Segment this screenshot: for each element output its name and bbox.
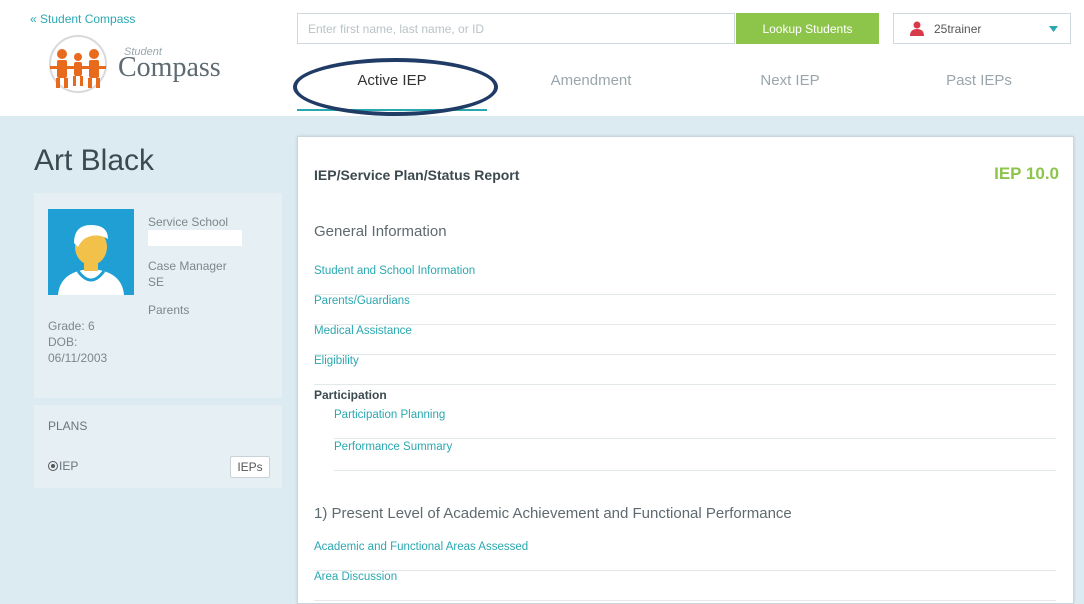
ieps-button[interactable]: IEPs — [230, 456, 270, 478]
plaafp-heading: 1) Present Level of Academic Achievement… — [314, 505, 792, 522]
user-menu-dropdown[interactable]: 25trainer — [893, 13, 1071, 44]
student-avatar-icon — [58, 225, 124, 295]
service-school-label: Service School — [148, 215, 229, 229]
link-academic-functional-areas[interactable]: Academic and Functional Areas Assessed — [314, 541, 1056, 571]
student-profile-card: Service School Case Manager SE Parents G… — [34, 193, 282, 398]
link-performance-summary[interactable]: Performance Summary — [334, 441, 1056, 471]
active-tab-indicator — [297, 109, 487, 111]
tab-next-iep[interactable]: Next IEP — [695, 72, 885, 94]
user-icon — [910, 21, 924, 36]
tab-past-ieps[interactable]: Past IEPs — [884, 72, 1074, 94]
link-area-discussion[interactable]: Area Discussion — [314, 571, 1056, 601]
lookup-students-button[interactable]: Lookup Students — [736, 13, 879, 44]
plans-card: PLANS IEP IEPs — [34, 405, 282, 488]
link-student-school-information[interactable]: Student and School Information — [314, 265, 1056, 295]
student-compass-logo[interactable]: Student Compass — [42, 34, 252, 98]
grade: Grade: 6 — [48, 319, 95, 333]
case-manager-value: SE — [148, 275, 165, 289]
parents-label: Parents — [148, 303, 190, 317]
plan-radio[interactable] — [48, 461, 58, 471]
service-school-value — [148, 230, 242, 246]
link-parents-guardians[interactable]: Parents/Guardians — [314, 295, 1056, 325]
iep-version-badge: IEP 10.0 — [994, 164, 1059, 183]
back-to-student-compass-link[interactable]: « Student Compass — [30, 12, 135, 26]
link-participation-planning[interactable]: Participation Planning — [334, 409, 1056, 439]
report-card: IEP/Service Plan/Status Report IEP 10.0 … — [297, 136, 1074, 604]
student-search-input[interactable] — [297, 13, 735, 44]
user-name: 25trainer — [934, 22, 982, 36]
general-information-heading: General Information — [314, 223, 447, 240]
logo-title: Compass — [118, 52, 221, 83]
link-eligibility[interactable]: Eligibility — [314, 355, 1056, 385]
plan-item-label: IEP — [59, 459, 79, 473]
family-figures-icon — [49, 35, 107, 93]
report-title: IEP/Service Plan/Status Report — [314, 167, 520, 183]
case-manager-label: Case Manager — [148, 259, 227, 273]
tab-amendment[interactable]: Amendment — [496, 72, 686, 94]
student-name: Art Black — [34, 144, 155, 177]
link-medical-assistance[interactable]: Medical Assistance — [314, 325, 1056, 355]
plans-title: PLANS — [48, 419, 88, 433]
header: « Student Compass Student Compass Lookup… — [0, 0, 1084, 116]
plan-item-iep[interactable]: IEP — [48, 459, 78, 473]
dob-value: 06/11/2003 — [48, 351, 108, 365]
dob-label: DOB: — [48, 335, 78, 349]
avatar — [48, 209, 134, 295]
caret-down-icon — [1049, 26, 1058, 32]
tab-active-iep[interactable]: Active IEP — [297, 72, 487, 94]
participation-label: Participation — [314, 388, 387, 402]
